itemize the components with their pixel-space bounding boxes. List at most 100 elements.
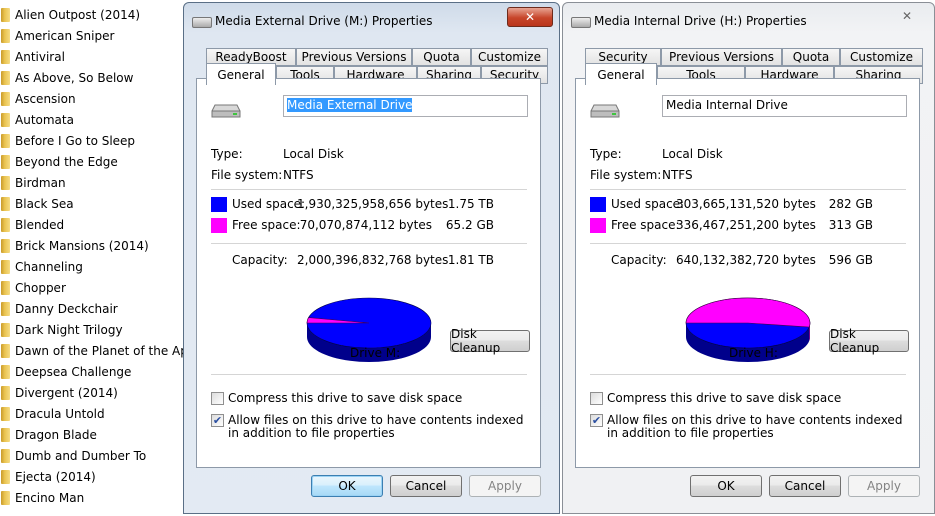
used-space-swatch	[590, 197, 606, 212]
folder-item[interactable]: Encino Man	[0, 487, 182, 508]
drive-icon	[571, 17, 591, 28]
folder-icon	[1, 469, 10, 484]
capacity-label: Capacity:	[611, 253, 667, 267]
used-space-bytes: 303,665,131,520 bytes	[676, 197, 816, 211]
index-checkbox[interactable]: ✔	[211, 414, 224, 427]
free-space-bytes: 70,070,874,112 bytes	[299, 218, 432, 232]
folder-item[interactable]: Divergent (2014)	[0, 382, 182, 403]
internal-drive-properties-dialog: Media Internal Drive (H:) Properties ✕ S…	[562, 2, 935, 514]
folder-item[interactable]: Danny Deckchair	[0, 298, 182, 319]
folder-icon	[1, 385, 10, 400]
general-panel: Media External Drive Type: Local Disk Fi…	[196, 78, 541, 468]
folder-item[interactable]: Automata	[0, 109, 182, 130]
folder-icon	[1, 259, 10, 274]
capacity-bytes: 640,132,382,720 bytes	[676, 253, 816, 267]
tab-customize[interactable]: Customize	[471, 48, 548, 66]
close-button[interactable]: ✕	[507, 7, 553, 27]
disk-cleanup-button[interactable]: Disk Cleanup	[450, 327, 530, 355]
folder-item[interactable]: Dark Night Trilogy	[0, 319, 182, 340]
drive-name-input[interactable]: Media External Drive	[283, 95, 528, 117]
folder-icon	[1, 70, 10, 85]
used-space-size: 1.75 TB	[447, 197, 494, 211]
folder-item[interactable]: Antiviral	[0, 46, 182, 67]
title-bar[interactable]: Media Internal Drive (H:) Properties ✕	[563, 3, 934, 37]
folder-label: Black Sea	[15, 196, 74, 211]
folder-item[interactable]: Dracula Untold	[0, 403, 182, 424]
folder-label: Divergent (2014)	[15, 385, 118, 400]
folder-icon	[1, 217, 10, 232]
compress-checkbox[interactable]	[590, 392, 603, 405]
tab-quota[interactable]: Quota	[412, 48, 471, 66]
folder-item[interactable]: As Above, So Below	[0, 67, 182, 88]
tab-quota[interactable]: Quota	[782, 48, 840, 66]
free-space-size: 65.2 GB	[445, 218, 494, 232]
free-space-label: Free space:	[611, 218, 680, 232]
free-space-bytes: 336,467,251,200 bytes	[676, 218, 816, 232]
folder-label: Antiviral	[15, 49, 65, 64]
folder-item[interactable]: Ejecta (2014)	[0, 466, 182, 487]
file-system-value: NTFS	[662, 168, 693, 182]
folder-item[interactable]: Dragon Blade	[0, 424, 182, 445]
cancel-button[interactable]: Cancel	[769, 475, 841, 497]
used-space-bytes: 1,930,325,958,656 bytes	[297, 197, 449, 211]
folder-label: Chopper	[15, 280, 66, 295]
tab-general[interactable]: General	[585, 63, 657, 85]
folder-item[interactable]: Ascension	[0, 88, 182, 109]
folder-item[interactable]: Chopper	[0, 277, 182, 298]
free-space-swatch	[590, 218, 606, 233]
divider	[211, 243, 527, 244]
apply-button[interactable]: Apply	[469, 475, 541, 497]
disk-cleanup-button[interactable]: Disk Cleanup	[829, 327, 909, 355]
folder-item[interactable]: Deepsea Challenge	[0, 361, 182, 382]
folder-label: Dragon Blade	[15, 427, 97, 442]
title-bar[interactable]: Media External Drive (M:) Properties ✕	[184, 3, 559, 37]
index-label: Allow files on this drive to have conten…	[228, 413, 524, 440]
folder-item[interactable]: Before I Go to Sleep	[0, 130, 182, 151]
folder-icon	[1, 280, 10, 295]
folder-item[interactable]: American Sniper	[0, 25, 182, 46]
folder-icon	[1, 196, 10, 211]
folder-label: Beyond the Edge	[15, 154, 118, 169]
folder-icon	[1, 406, 10, 421]
capacity-size: 1.81 TB	[447, 253, 494, 267]
folder-item[interactable]: Alien Outpost (2014)	[0, 4, 182, 25]
folder-item[interactable]: Blended	[0, 214, 182, 235]
index-checkbox[interactable]: ✔	[590, 414, 603, 427]
folder-item[interactable]: Birdman	[0, 172, 182, 193]
compress-label: Compress this drive to save disk space	[228, 391, 463, 405]
cancel-button[interactable]: Cancel	[390, 475, 462, 497]
tab-previous-versions[interactable]: Previous Versions	[661, 48, 782, 66]
compress-label: Compress this drive to save disk space	[607, 391, 842, 405]
folder-icon	[1, 154, 10, 169]
drive-name-input[interactable]: Media Internal Drive	[662, 95, 907, 117]
index-label: Allow files on this drive to have conten…	[607, 413, 903, 440]
file-system-label: File system:	[590, 168, 662, 182]
apply-button[interactable]: Apply	[848, 475, 920, 497]
folder-item[interactable]: Black Sea	[0, 193, 182, 214]
folder-icon	[1, 133, 10, 148]
folder-label: As Above, So Below	[15, 70, 134, 85]
tab-general[interactable]: General	[206, 63, 276, 85]
folder-icon	[1, 343, 10, 358]
window-title: Media Internal Drive (H:) Properties	[594, 14, 807, 28]
folder-icon	[1, 175, 10, 190]
folder-item[interactable]: Channeling	[0, 256, 182, 277]
capacity-size: 596 GB	[828, 253, 873, 267]
folder-label: Blended	[15, 217, 65, 232]
window-title: Media External Drive (M:) Properties	[215, 14, 433, 28]
folder-item[interactable]: Dumb and Dumber To	[0, 445, 182, 466]
ok-button[interactable]: OK	[690, 475, 762, 497]
folder-item[interactable]: Brick Mansions (2014)	[0, 235, 182, 256]
folder-label: Ejecta (2014)	[15, 469, 96, 484]
folder-item[interactable]: Dawn of the Planet of the Apes	[0, 340, 202, 361]
folder-item[interactable]: Beyond the Edge	[0, 151, 182, 172]
tab-customize[interactable]: Customize	[840, 48, 923, 66]
compress-checkbox[interactable]	[211, 392, 224, 405]
ok-button[interactable]: OK	[311, 475, 383, 497]
tab-previous-versions[interactable]: Previous Versions	[296, 48, 412, 66]
close-button[interactable]: ✕	[885, 7, 929, 25]
hard-drive-icon	[211, 104, 241, 118]
folder-icon	[1, 112, 10, 127]
hard-drive-icon	[590, 104, 620, 118]
folder-label: Alien Outpost (2014)	[15, 7, 141, 22]
